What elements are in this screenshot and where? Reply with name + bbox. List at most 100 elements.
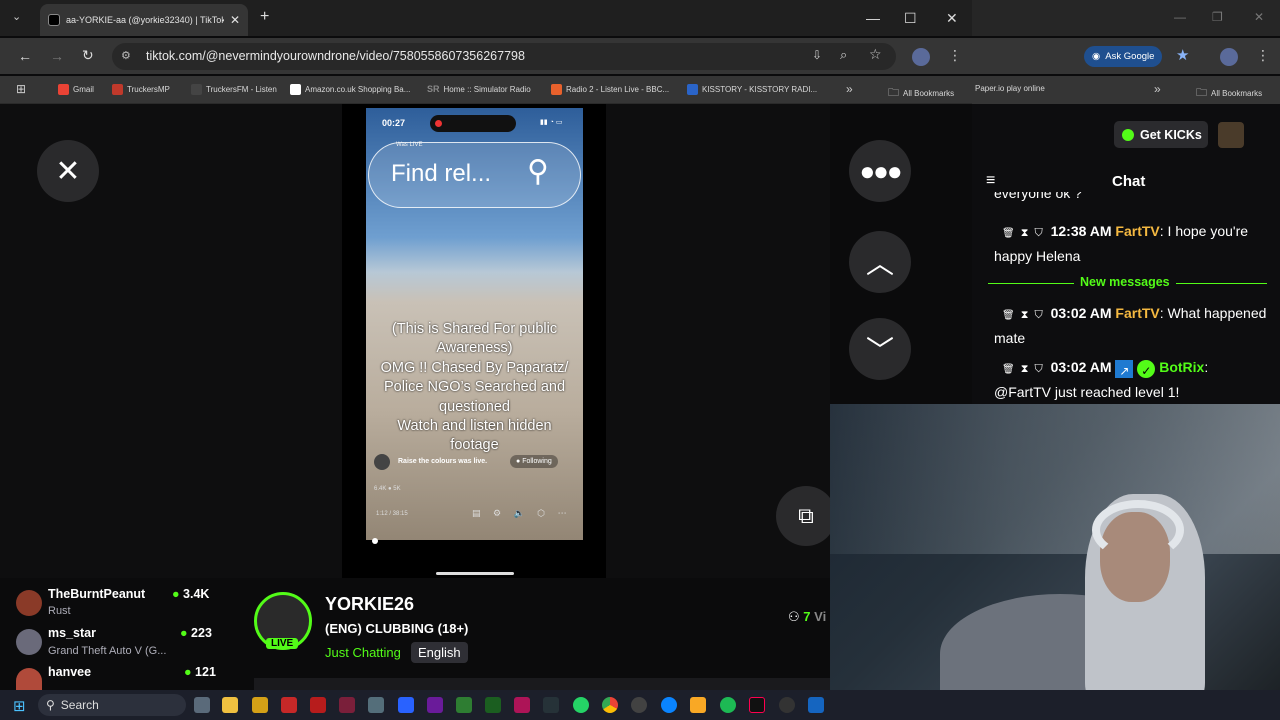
second-maximize-icon[interactable]: ❐: [1212, 10, 1223, 24]
timeout-icon[interactable]: ⧗: [1021, 363, 1029, 375]
collapse-chat-icon[interactable]: ≡: [986, 172, 995, 190]
more-bookmarks-icon[interactable]: »: [846, 82, 853, 96]
close-video-button[interactable]: ✕: [37, 140, 99, 202]
profile-avatar[interactable]: [912, 48, 930, 66]
windows-start-icon[interactable]: ⊞: [13, 697, 26, 715]
ban-icon[interactable]: ⛉: [1034, 309, 1042, 321]
site-info-icon[interactable]: ⚙: [121, 49, 131, 62]
star-icon[interactable]: ☆: [869, 46, 882, 63]
chat-title: Chat: [1112, 173, 1146, 190]
app-icon[interactable]: [779, 697, 795, 713]
app-icon[interactable]: [808, 697, 824, 713]
progress-dot[interactable]: [372, 538, 378, 544]
delete-icon[interactable]: 🗑: [1002, 228, 1015, 239]
reload-icon[interactable]: ↻: [82, 47, 94, 64]
twitch-icon[interactable]: [427, 697, 443, 713]
chat-message[interactable]: 🗑 ⧗ ⛉ 03:02 AM ↗ ✓ BotRix: @FartTV just re…: [994, 356, 1269, 403]
bookmark-amazon[interactable]: Amazon.co.uk Shopping Ba...: [290, 84, 410, 95]
chat-message[interactable]: 🗑 ⧗ ⛉ 03:02 AM FartTV: What happened mate: [994, 302, 1269, 349]
taskbar-search[interactable]: ⚲ Search: [38, 694, 186, 716]
rec-avatar[interactable]: [16, 668, 42, 690]
steam-icon[interactable]: [543, 697, 559, 713]
app-icon[interactable]: [514, 697, 530, 713]
maximize-icon[interactable]: ☐: [904, 10, 917, 27]
install-icon[interactable]: ⇩: [812, 48, 822, 62]
bookmark-gmail[interactable]: Gmail: [58, 84, 94, 95]
bookmark-truckersmp[interactable]: TruckersMP: [112, 84, 170, 95]
caption-line: (This is Shared For public: [391, 321, 558, 337]
delete-icon[interactable]: 🗑: [1002, 310, 1015, 321]
timeout-icon[interactable]: ⧗: [1021, 227, 1029, 239]
app-icon[interactable]: [252, 697, 268, 713]
bookmark-kisstory[interactable]: KISSTORY - KISSTORY RADI...: [687, 84, 817, 95]
app-icon[interactable]: [339, 697, 355, 713]
tab-search-icon[interactable]: ⌄: [12, 10, 21, 23]
task-view-icon[interactable]: [194, 697, 210, 713]
rec-avatar[interactable]: [16, 629, 42, 655]
rec-name[interactable]: ms_star: [48, 626, 96, 640]
previous-video-button[interactable]: ︿: [849, 231, 911, 293]
language-tag[interactable]: English: [411, 642, 468, 663]
ban-icon[interactable]: ⛉: [1034, 227, 1042, 239]
pip-icon: ⧉: [798, 503, 814, 528]
bookmark-simulator-radio[interactable]: SR Home :: Simulator Radio: [427, 84, 531, 94]
rec-avatar[interactable]: [16, 590, 42, 616]
search-icon: ⚲: [46, 698, 55, 712]
new-tab-icon[interactable]: +: [260, 8, 269, 26]
picture-in-picture-button[interactable]: ⧉: [776, 486, 836, 546]
message-username[interactable]: FartTV: [1115, 223, 1159, 239]
file-explorer-icon[interactable]: [222, 697, 238, 713]
headphones: [1092, 500, 1184, 560]
get-kicks-button[interactable]: Get KICKs: [1114, 121, 1208, 148]
edge-icon[interactable]: [661, 697, 677, 713]
app-icon[interactable]: [281, 697, 297, 713]
message-username[interactable]: BotRix: [1159, 359, 1204, 375]
zoom-icon[interactable]: ⌕: [840, 47, 847, 63]
app-icon[interactable]: [485, 697, 501, 713]
ask-google-button[interactable]: ◉ Ask Google: [1084, 46, 1163, 67]
bookmark-paperio[interactable]: Paper.io play online: [975, 84, 1045, 93]
url-text[interactable]: tiktok.com/@nevermindyourowndrone/video/…: [146, 49, 525, 63]
next-video-button[interactable]: ﹀: [849, 318, 911, 380]
chat-message[interactable]: 🗑 ⧗ ⛉ 12:38 AM FartTV: I hope you're happy…: [994, 220, 1269, 267]
live-dot-icon: ●: [180, 626, 188, 640]
spotify-icon[interactable]: [720, 697, 736, 713]
whatsapp-icon[interactable]: [573, 697, 589, 713]
user-avatar[interactable]: [1218, 122, 1244, 148]
app-icon[interactable]: [398, 697, 414, 713]
second-menu-icon[interactable]: ⋮: [1256, 47, 1270, 64]
message-username[interactable]: FartTV: [1115, 305, 1159, 321]
rec-name[interactable]: hanvee: [48, 665, 91, 679]
all-bookmarks[interactable]: 🗀 All Bookmarks: [888, 84, 954, 103]
forward-icon[interactable]: →: [50, 48, 64, 64]
more-options-button[interactable]: ●●●: [849, 140, 911, 202]
second-close-icon[interactable]: ✕: [1254, 10, 1264, 24]
rec-name[interactable]: TheBurntPeanut: [48, 587, 145, 601]
chrome-icon[interactable]: [602, 697, 618, 713]
timeout-icon[interactable]: ⧗: [1021, 309, 1029, 321]
app-icon[interactable]: [310, 697, 326, 713]
app-icon[interactable]: [690, 697, 706, 713]
second-minimize-icon[interactable]: —: [1174, 10, 1186, 24]
app-icon[interactable]: [631, 697, 647, 713]
ban-icon[interactable]: ⛉: [1034, 363, 1042, 375]
minimize-icon[interactable]: —: [866, 10, 880, 26]
second-all-bookmarks[interactable]: 🗀 All Bookmarks: [1196, 84, 1262, 103]
menu-icon[interactable]: ⋮: [948, 47, 962, 64]
browser-tab[interactable]: аа-YORKIE-аа (@yorkie32340) | TikTok ✕: [40, 4, 248, 36]
back-icon[interactable]: ←: [18, 48, 32, 64]
truck-icon[interactable]: [368, 697, 384, 713]
second-more-bookmarks-icon[interactable]: »: [1154, 82, 1161, 96]
bookmark-radio2[interactable]: Radio 2 - Listen Live - BBC...: [551, 84, 669, 95]
second-profile-avatar[interactable]: [1220, 48, 1238, 66]
bookmark-truckersfm[interactable]: TruckersFM - Listen: [191, 84, 277, 95]
tiktok-taskbar-icon[interactable]: [749, 697, 765, 713]
apps-icon[interactable]: ⊞: [16, 82, 26, 96]
app-icon[interactable]: [456, 697, 472, 713]
stream-category[interactable]: Just Chatting: [325, 645, 401, 660]
channel-name[interactable]: YORKIE26: [325, 594, 414, 615]
delete-icon[interactable]: 🗑: [1002, 364, 1015, 375]
close-window-icon[interactable]: ✕: [946, 10, 958, 27]
star-filled-icon[interactable]: ★: [1176, 46, 1189, 64]
tab-close-icon[interactable]: ✕: [230, 13, 240, 27]
